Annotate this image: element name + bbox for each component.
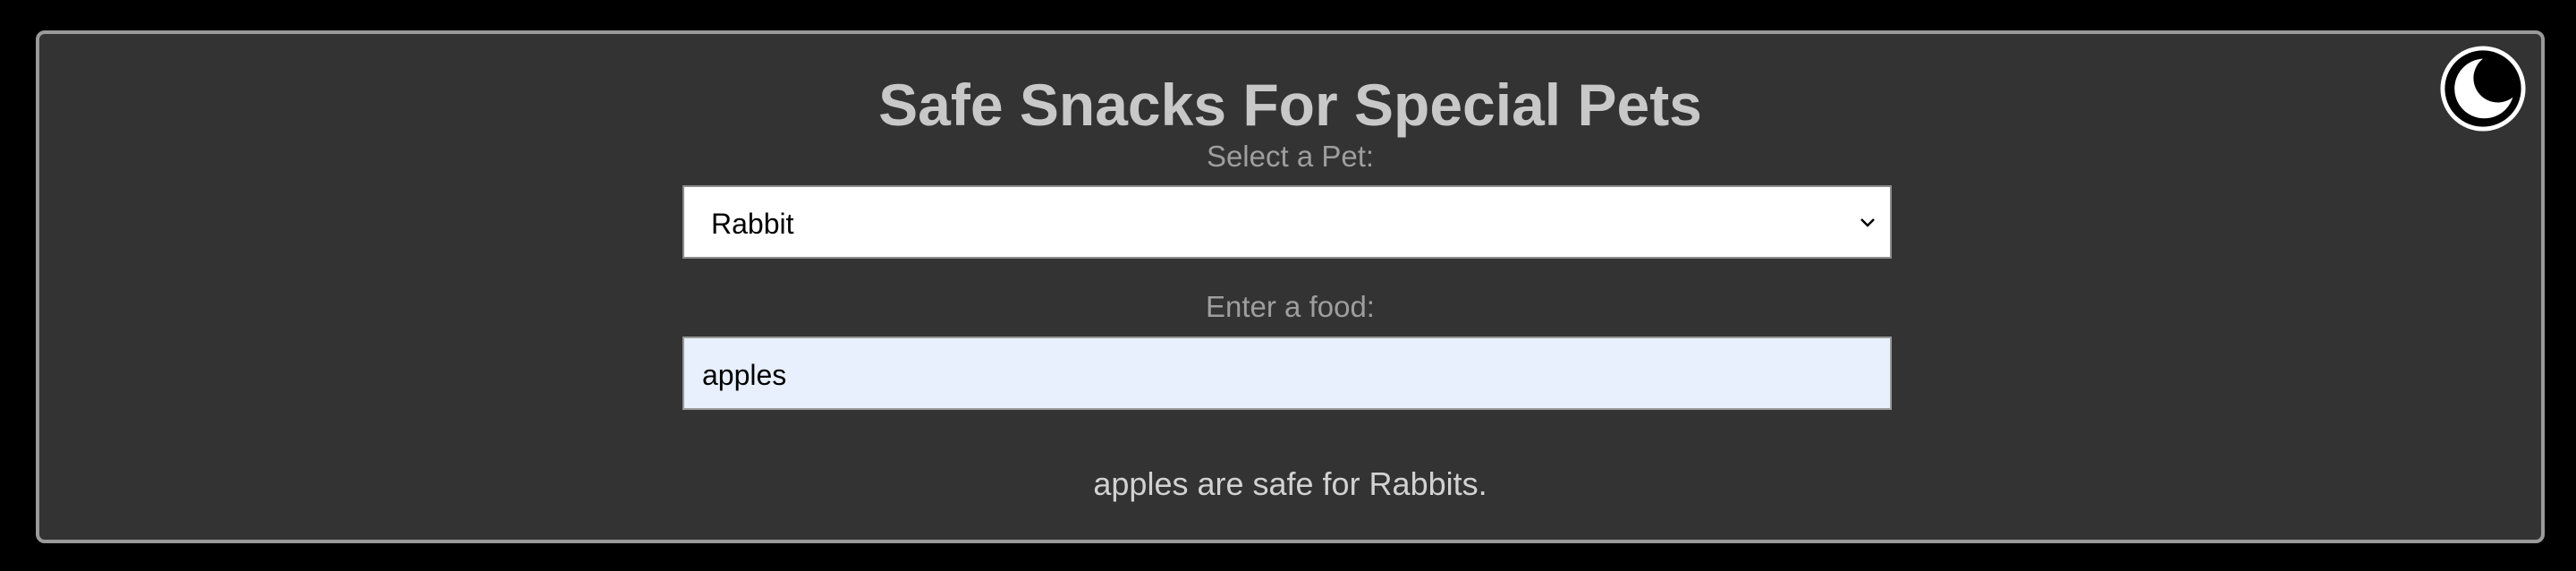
page-title: Safe Snacks For Special Pets (878, 72, 1702, 138)
pet-select[interactable]: Rabbit (682, 185, 1892, 259)
result-message: apples are safe for Rabbits. (1093, 465, 1487, 502)
food-input-label: Enter a food: (1206, 290, 1375, 323)
main-panel: Safe Snacks For Special Pets Select a Pe… (36, 30, 2545, 543)
pet-select-label: Select a Pet: (1206, 140, 1375, 173)
food-input-value: apples (702, 359, 787, 391)
chevron-down-icon (1860, 218, 1875, 227)
food-input[interactable]: apples (682, 337, 1892, 410)
pet-select-value: Rabbit (711, 208, 794, 240)
dark-mode-toggle[interactable] (2439, 45, 2527, 132)
